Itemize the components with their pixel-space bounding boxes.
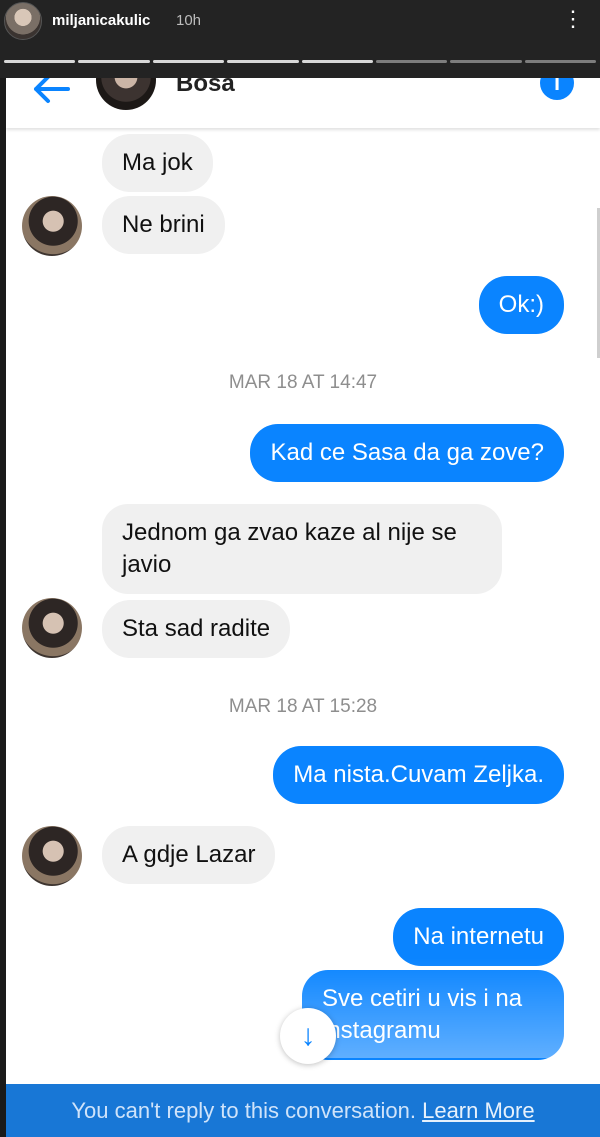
message-bubble-outgoing[interactable]: Ok:) xyxy=(478,276,564,334)
story-username[interactable]: miljanicakulic xyxy=(52,12,150,29)
more-dots-icon[interactable]: ⋮ xyxy=(562,8,584,30)
learn-more-link[interactable]: Learn More xyxy=(422,1098,535,1123)
messenger-screenshot: Bosa i Ma jok Ne brini Ok:) MAR 18 AT 14… xyxy=(6,78,600,1137)
message-bubble-incoming[interactable]: Ma jok xyxy=(102,134,213,192)
progress-segment xyxy=(450,60,522,63)
timestamp: MAR 18 AT 14:47 xyxy=(228,372,378,393)
conversation-header: Bosa i xyxy=(6,78,600,128)
message-bubble-incoming[interactable]: Sta sad radite xyxy=(102,600,291,658)
arrow-down-icon[interactable]: ↓ xyxy=(280,1008,336,1064)
reply-notice: You can't reply to this conversation. xyxy=(71,1098,416,1123)
contact-name[interactable]: Bosa xyxy=(176,78,235,98)
message-bubble-incoming[interactable]: A gdje Lazar xyxy=(102,826,276,884)
progress-segment xyxy=(524,60,596,63)
message-bubble-incoming[interactable]: Ne brini xyxy=(102,196,225,254)
progress-segment xyxy=(375,60,448,63)
message-bubble-outgoing[interactable]: Ma nista.Cuvam Zeljka. xyxy=(273,746,564,804)
story-time: 10h xyxy=(176,12,202,29)
progress-segment xyxy=(4,60,76,63)
timestamp: MAR 18 AT 15:28 xyxy=(228,696,378,717)
reply-disabled-bar: You can't reply to this conversation. Le… xyxy=(6,1084,600,1137)
message-bubble-incoming[interactable]: Jednom ga zvao kaze al nije se javio xyxy=(102,504,502,594)
message-bubble-outgoing[interactable]: Kad ce Sasa da ga zove? xyxy=(250,424,564,482)
contact-avatar-small[interactable] xyxy=(22,196,82,256)
story-avatar[interactable] xyxy=(4,2,42,40)
story-progress xyxy=(4,60,596,63)
contact-avatar[interactable] xyxy=(96,78,156,110)
progress-segment xyxy=(78,60,150,63)
story-top-bar: miljanicakulic 10h ⋮ xyxy=(0,0,600,78)
progress-segment xyxy=(301,60,373,63)
message-bubble-outgoing[interactable]: Sve cetiri u vis i na instagramu xyxy=(302,970,564,1060)
contact-avatar-small[interactable] xyxy=(22,598,82,658)
contact-avatar-small[interactable] xyxy=(22,826,82,886)
back-arrow-icon[interactable] xyxy=(32,78,72,104)
progress-segment xyxy=(152,60,225,63)
progress-segment xyxy=(227,60,299,63)
message-bubble-outgoing[interactable]: Na internetu xyxy=(393,908,564,966)
info-icon[interactable]: i xyxy=(540,78,574,100)
